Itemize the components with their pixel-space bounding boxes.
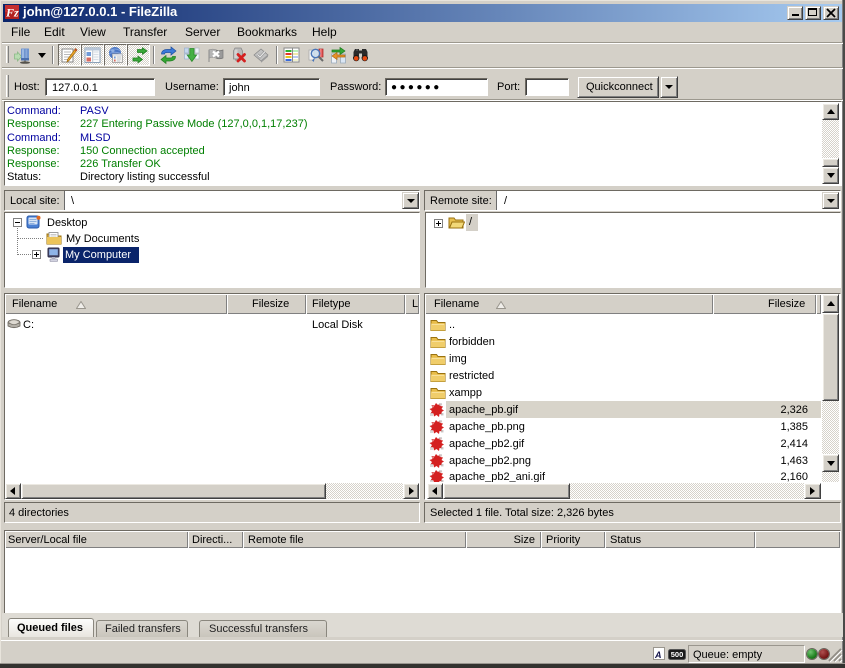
svg-text:500: 500: [671, 650, 684, 659]
svg-text:Fz: Fz: [5, 6, 19, 20]
